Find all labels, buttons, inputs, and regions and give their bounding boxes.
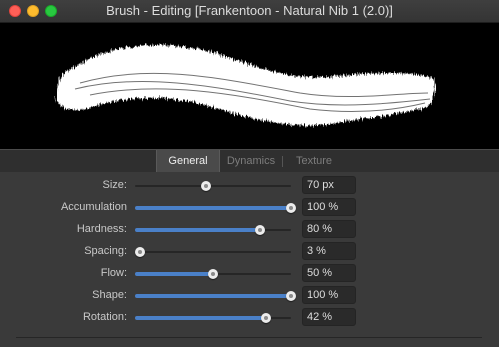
spacing-slider[interactable] (135, 247, 291, 257)
rotation-slider-knob[interactable] (261, 313, 271, 323)
hardness-slider-fill (135, 228, 260, 232)
shape-slider[interactable] (135, 291, 296, 301)
setting-row-size: Size: 70 px (0, 175, 499, 197)
rotation-slider[interactable] (135, 313, 291, 323)
size-slider[interactable] (135, 181, 291, 191)
brush-stroke-preview (0, 23, 499, 149)
brush-editor-window: Brush - Editing [Frankentoon - Natural N… (0, 0, 499, 347)
tab-divider (282, 156, 283, 167)
tab-texture[interactable]: Texture (284, 150, 344, 172)
hardness-label: Hardness: (76, 223, 127, 235)
setting-row-spacing: Spacing: 3 % (0, 241, 499, 263)
shape-slider-knob[interactable] (286, 291, 296, 301)
setting-row-flow: Flow: 50 % (0, 263, 499, 285)
accumulation-slider-knob[interactable] (286, 203, 296, 213)
hardness-slider-knob[interactable] (255, 225, 265, 235)
accumulation-label: Accumulation (60, 201, 127, 213)
size-value-field[interactable]: 70 px (302, 176, 356, 194)
accumulation-slider[interactable] (135, 203, 296, 213)
flow-value-field[interactable]: 50 % (302, 264, 356, 282)
flow-slider-knob[interactable] (208, 269, 218, 279)
flow-label: Flow: (100, 267, 127, 279)
title-bar[interactable]: Brush - Editing [Frankentoon - Natural N… (0, 0, 499, 23)
shape-label: Shape: (92, 289, 127, 301)
spacing-value-field[interactable]: 3 % (302, 242, 356, 260)
tab-dynamics[interactable]: Dynamics (221, 150, 281, 172)
window-title: Brush - Editing [Frankentoon - Natural N… (106, 3, 393, 18)
tab-general[interactable]: General (156, 150, 220, 172)
spacing-slider-knob[interactable] (135, 247, 145, 257)
general-settings-panel: Size: 70 px Accumulation 100 % Hardness:… (0, 172, 499, 347)
setting-row-shape: Shape: 100 % (0, 285, 499, 307)
shape-slider-fill (135, 294, 291, 298)
accumulation-value-field[interactable]: 100 % (302, 198, 356, 216)
rotation-label: Rotation: (82, 311, 127, 323)
shape-value-field[interactable]: 100 % (302, 286, 356, 304)
accumulation-slider-fill (135, 206, 291, 210)
flow-slider-fill (135, 272, 213, 276)
setting-row-accumulation: Accumulation 100 % (0, 197, 499, 219)
size-label: Size: (102, 179, 127, 191)
panel-divider (16, 337, 482, 338)
spacing-label: Spacing: (84, 245, 127, 257)
rotation-value-field[interactable]: 42 % (302, 308, 356, 326)
setting-row-rotation: Rotation: 42 % (0, 307, 499, 329)
size-slider-knob[interactable] (201, 181, 211, 191)
tab-bar: General Dynamics Texture (0, 149, 499, 173)
hardness-value-field[interactable]: 80 % (302, 220, 356, 238)
brush-stroke-image (57, 44, 436, 126)
rotation-slider-fill (135, 316, 266, 320)
setting-row-hardness: Hardness: 80 % (0, 219, 499, 241)
hardness-slider[interactable] (135, 225, 291, 235)
flow-slider[interactable] (135, 269, 291, 279)
